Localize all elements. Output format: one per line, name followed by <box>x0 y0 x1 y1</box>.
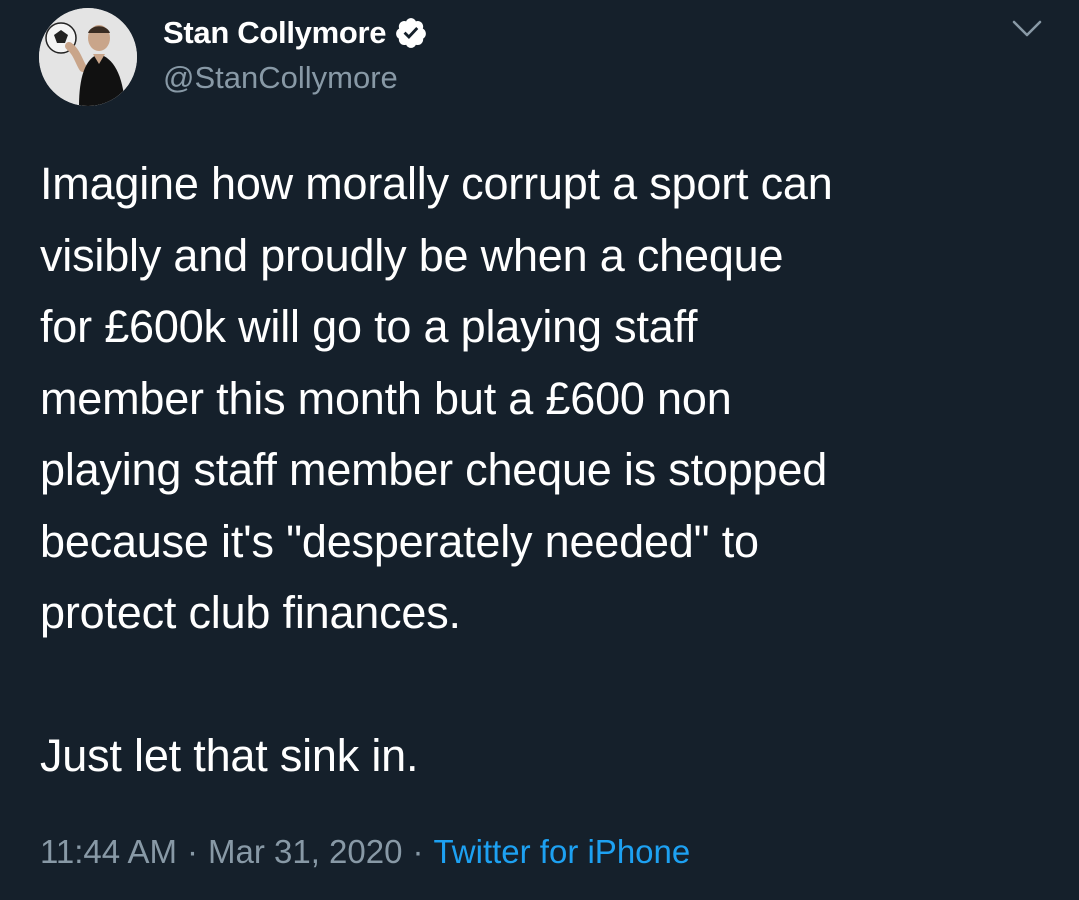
tweet-card: Stan Collymore @StanCollymore Imagine ho… <box>0 0 1079 900</box>
tweet-time[interactable]: 11:44 AM <box>40 833 177 870</box>
meta-separator: · <box>412 833 424 870</box>
tweet-metadata: 11:44 AM · Mar 31, 2020 · Twitter for iPhone <box>40 833 690 871</box>
author-handle[interactable]: @StanCollymore <box>163 60 398 96</box>
tweet-date[interactable]: Mar 31, 2020 <box>208 833 402 870</box>
verified-badge-icon <box>394 16 428 50</box>
tweet-text: Imagine how morally corrupt a sport can … <box>40 158 833 781</box>
chevron-down-icon[interactable] <box>1010 18 1044 40</box>
tweet-source-link[interactable]: Twitter for iPhone <box>433 833 690 870</box>
author-name-row[interactable]: Stan Collymore <box>163 12 428 54</box>
meta-separator: · <box>186 833 198 870</box>
profile-avatar[interactable] <box>39 8 137 106</box>
author-display-name[interactable]: Stan Collymore <box>163 15 386 51</box>
